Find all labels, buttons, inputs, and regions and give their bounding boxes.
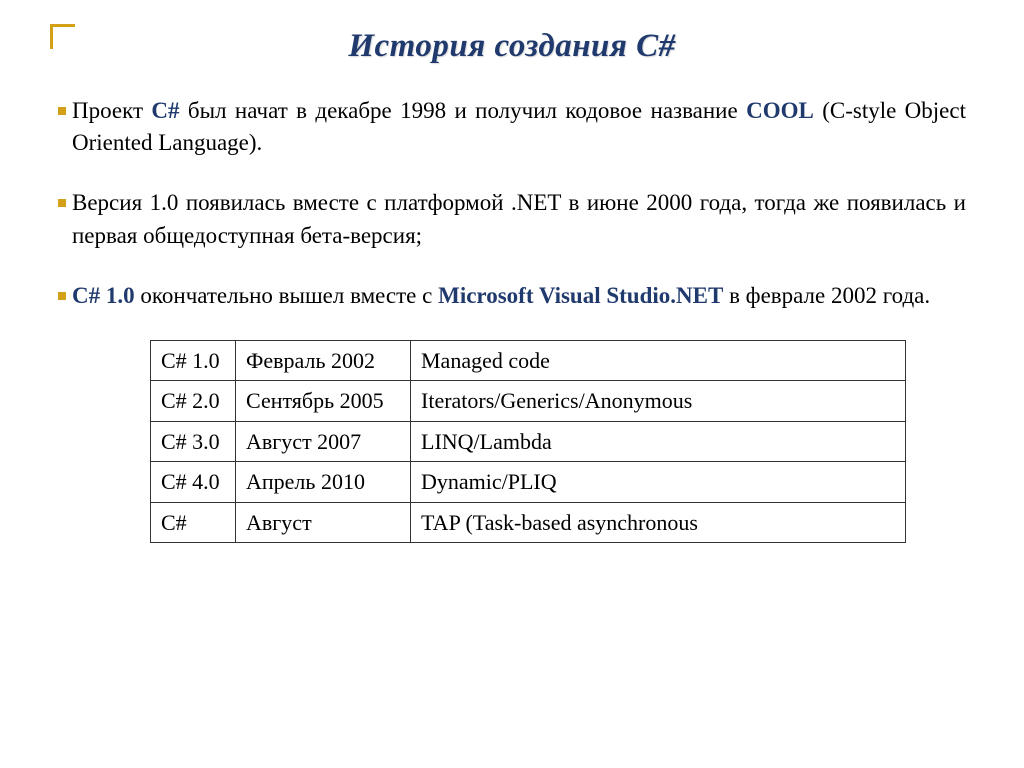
slide: История создания C# Проект C# был начат … bbox=[0, 0, 1024, 768]
bullet-item: C# 1.0 окончательно вышел вместе с Micro… bbox=[58, 280, 966, 312]
cell-version: C# bbox=[151, 502, 236, 543]
cell-features: Dynamic/PLIQ bbox=[411, 462, 906, 503]
cell-features: LINQ/Lambda bbox=[411, 421, 906, 462]
cell-version: C# 4.0 bbox=[151, 462, 236, 503]
highlight: Microsoft Visual Studio.NET bbox=[438, 283, 723, 308]
table-row: C# 3.0 Август 2007 LINQ/Lambda bbox=[151, 421, 906, 462]
cell-date: Апрель 2010 bbox=[236, 462, 411, 503]
cell-features: Managed code bbox=[411, 340, 906, 381]
cell-date: Август 2007 bbox=[236, 421, 411, 462]
text: окончательно вышел вместе с bbox=[135, 283, 438, 308]
text: Проект bbox=[72, 98, 151, 123]
cell-date: Август bbox=[236, 502, 411, 543]
bullet-item: Версия 1.0 появилась вместе с платформой… bbox=[58, 187, 966, 251]
highlight: C# 1.0 bbox=[72, 283, 135, 308]
cell-date: Февраль 2002 bbox=[236, 340, 411, 381]
slide-title: История создания C# bbox=[50, 28, 974, 65]
cell-date: Сентябрь 2005 bbox=[236, 381, 411, 422]
cell-version: C# 3.0 bbox=[151, 421, 236, 462]
bullet-item: Проект C# был начат в декабре 1998 и пол… bbox=[58, 95, 966, 159]
table-row: C# Август TAP (Task-based asynchronous bbox=[151, 502, 906, 543]
decor-corner bbox=[50, 24, 75, 49]
text: Версия 1.0 появилась вместе с платформой… bbox=[72, 190, 966, 247]
table-body: C# 1.0 Февраль 2002 Managed code C# 2.0 … bbox=[151, 340, 906, 543]
table-row: C# 2.0 Сентябрь 2005 Iterators/Generics/… bbox=[151, 381, 906, 422]
highlight: C# bbox=[151, 98, 179, 123]
cell-features: Iterators/Generics/Anonymous bbox=[411, 381, 906, 422]
cell-features: TAP (Task-based asynchronous bbox=[411, 502, 906, 543]
table-row: C# 4.0 Апрель 2010 Dynamic/PLIQ bbox=[151, 462, 906, 503]
text: был начат в декабре 1998 и получил кодов… bbox=[180, 98, 747, 123]
table-row: C# 1.0 Февраль 2002 Managed code bbox=[151, 340, 906, 381]
versions-table: C# 1.0 Февраль 2002 Managed code C# 2.0 … bbox=[150, 340, 906, 544]
text: в феврале 2002 года. bbox=[723, 283, 930, 308]
cell-version: C# 2.0 bbox=[151, 381, 236, 422]
highlight: COOL bbox=[746, 98, 814, 123]
bullet-list: Проект C# был начат в декабре 1998 и пол… bbox=[50, 95, 974, 312]
cell-version: C# 1.0 bbox=[151, 340, 236, 381]
